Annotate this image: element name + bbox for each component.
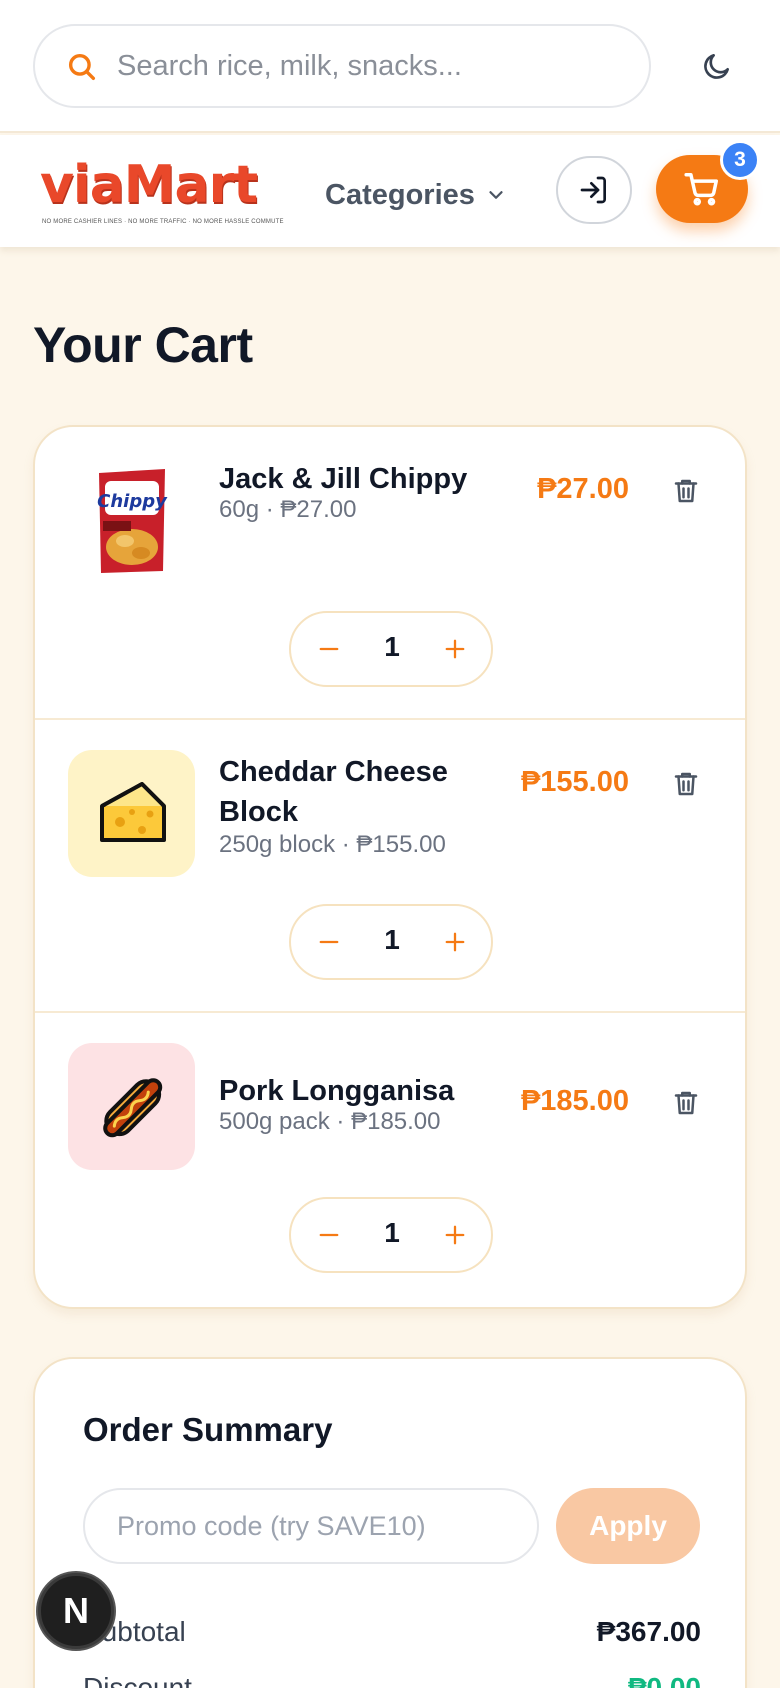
plus-icon — [445, 639, 465, 659]
discount-label: Discount — [83, 1672, 192, 1688]
dev-tools-badge[interactable]: N — [38, 1573, 114, 1649]
logo-tagline: NO MORE CASHIER LINES · NO MORE TRAFFIC … — [42, 219, 284, 225]
shopping-cart-icon — [684, 173, 718, 206]
cart-items-card: Chippy Jack & Jill Chippy 60g · ₱27.00 ₱… — [33, 425, 747, 1309]
search-bar[interactable] — [33, 24, 651, 108]
quantity-value: 1 — [384, 924, 400, 955]
remove-item-button[interactable] — [668, 473, 704, 509]
product-image-cheese — [68, 750, 195, 877]
login-icon — [580, 176, 606, 204]
top-bar — [0, 0, 780, 133]
plus-icon — [445, 1225, 465, 1245]
viamart-logo[interactable]: viaMart NO MORE CASHIER LINES · NO MORE … — [36, 155, 284, 231]
apply-promo-button[interactable]: Apply — [556, 1488, 700, 1564]
thumb-label: Chippy — [97, 491, 168, 512]
remove-item-button[interactable] — [668, 1085, 704, 1121]
minus-icon — [319, 647, 339, 651]
subtotal-row: Subtotal ₱367.00 — [83, 1616, 701, 1656]
main-header: viaMart NO MORE CASHIER LINES · NO MORE … — [0, 135, 780, 247]
plus-icon — [445, 932, 465, 952]
product-image-chippy: Chippy — [68, 457, 195, 584]
increase-quantity-button[interactable] — [433, 920, 477, 964]
item-subtitle: 60g · ₱27.00 — [219, 496, 357, 523]
subtotal-value: ₱367.00 — [596, 1616, 701, 1647]
decrease-quantity-button[interactable] — [307, 627, 351, 671]
minus-icon — [319, 940, 339, 944]
decrease-quantity-button[interactable] — [307, 920, 351, 964]
moon-icon — [704, 54, 729, 79]
minus-icon — [319, 1233, 339, 1237]
categories-label: Categories — [325, 178, 475, 211]
search-input[interactable] — [117, 44, 627, 88]
cart-count-badge: 3 — [720, 140, 760, 180]
quantity-value: 1 — [384, 631, 400, 662]
item-price: ₱185.00 — [520, 1085, 629, 1117]
item-subtitle: 500g pack · ₱185.00 — [219, 1108, 441, 1135]
cart-item: Pork Longganisa 500g pack · ₱185.00 ₱185… — [35, 1013, 745, 1306]
categories-dropdown[interactable]: Categories — [325, 175, 507, 215]
chippy-bag-icon: Chippy — [97, 468, 168, 573]
item-name: Pork Longganisa — [219, 1075, 455, 1107]
item-name: Jack & Jill Chippy — [219, 463, 468, 495]
cart-item: Chippy Jack & Jill Chippy 60g · ₱27.00 ₱… — [35, 427, 745, 720]
quantity-stepper: 1 — [289, 611, 493, 687]
theme-toggle-button[interactable] — [693, 42, 741, 90]
decrease-quantity-button[interactable] — [307, 1213, 351, 1257]
increase-quantity-button[interactable] — [433, 627, 477, 671]
trash-icon — [674, 1091, 698, 1115]
discount-value: -₱0.00 — [618, 1672, 702, 1688]
cheese-icon — [99, 781, 166, 842]
item-price: ₱27.00 — [537, 473, 629, 505]
trash-icon — [674, 772, 698, 796]
trash-icon — [674, 479, 698, 503]
quantity-stepper: 1 — [289, 904, 493, 980]
increase-quantity-button[interactable] — [433, 1213, 477, 1257]
discount-row: Discount -₱0.00 — [83, 1672, 701, 1688]
promo-code-input[interactable] — [83, 1488, 539, 1564]
order-summary-title: Order Summary — [83, 1411, 333, 1448]
hotdog-icon — [102, 1077, 162, 1137]
order-summary-card: Order Summary Apply Subtotal ₱367.00 Dis… — [33, 1357, 747, 1688]
item-subtitle: 250g block · ₱155.00 — [219, 831, 446, 858]
logo-wordmark: viaMart — [40, 155, 258, 215]
remove-item-button[interactable] — [668, 766, 704, 802]
item-name: Cheddar Cheese Block — [219, 756, 448, 828]
quantity-value: 1 — [384, 1217, 400, 1248]
cart-item: Cheddar Cheese Block 250g block · ₱155.0… — [35, 720, 745, 1013]
search-icon — [68, 53, 96, 81]
login-button[interactable] — [556, 156, 632, 224]
product-image-longganisa — [68, 1043, 195, 1170]
quantity-stepper: 1 — [289, 1197, 493, 1273]
page-title: Your Cart — [33, 317, 253, 373]
chevron-down-icon — [489, 191, 503, 199]
item-price: ₱155.00 — [520, 766, 629, 798]
